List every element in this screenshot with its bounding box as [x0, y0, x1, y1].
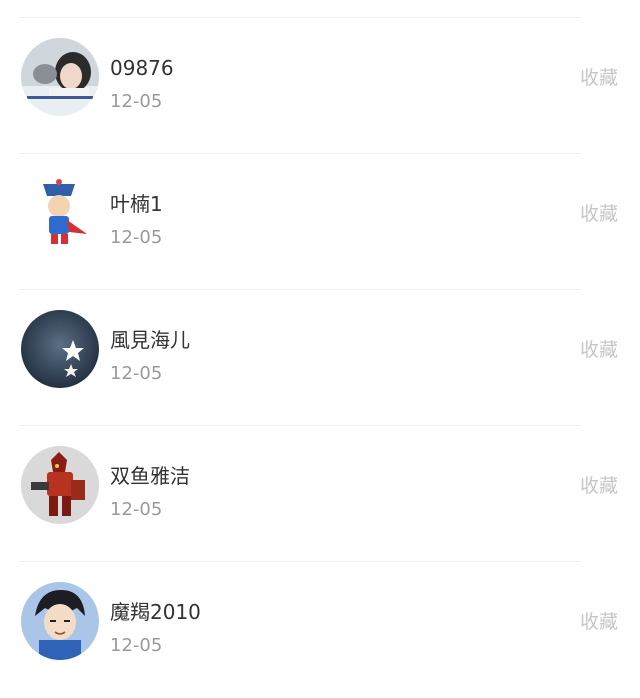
user-name: 魔羯2010 — [110, 600, 201, 624]
item-date: 12-05 — [110, 91, 163, 112]
item-date: 12-05 — [110, 635, 163, 656]
list-item[interactable]: 魔羯2010 12-05 收藏 — [0, 562, 640, 698]
robot-avatar-icon[interactable] — [21, 446, 99, 524]
favorite-button[interactable]: 收藏 — [580, 610, 618, 634]
user-name: 叶楠1 — [110, 192, 163, 216]
cartoon-hero-avatar-icon[interactable] — [21, 174, 99, 252]
photo-avatar-icon[interactable] — [21, 38, 99, 116]
favorite-button[interactable]: 收藏 — [580, 474, 618, 498]
star-avatar-icon[interactable] — [21, 310, 99, 388]
list-item[interactable]: 風見海儿 12-05 收藏 — [0, 290, 640, 426]
favorite-button[interactable]: 收藏 — [580, 202, 618, 226]
item-date: 12-05 — [110, 499, 163, 520]
user-name: 09876 — [110, 56, 174, 80]
favorite-button[interactable]: 收藏 — [580, 66, 618, 90]
anime-boy-avatar-icon[interactable] — [21, 582, 99, 660]
user-name: 双鱼雅洁 — [110, 464, 190, 488]
list-item[interactable]: 双鱼雅洁 12-05 收藏 — [0, 426, 640, 562]
list-item[interactable]: 09876 12-05 收藏 — [0, 18, 640, 154]
user-name: 風見海儿 — [110, 328, 190, 352]
item-date: 12-05 — [110, 363, 163, 384]
follower-list: 09876 12-05 收藏 叶楠1 12-05 收藏 風見海儿 12-05 收… — [0, 0, 640, 660]
favorite-button[interactable]: 收藏 — [580, 338, 618, 362]
item-date: 12-05 — [110, 227, 163, 248]
list-item[interactable]: 叶楠1 12-05 收藏 — [0, 154, 640, 290]
